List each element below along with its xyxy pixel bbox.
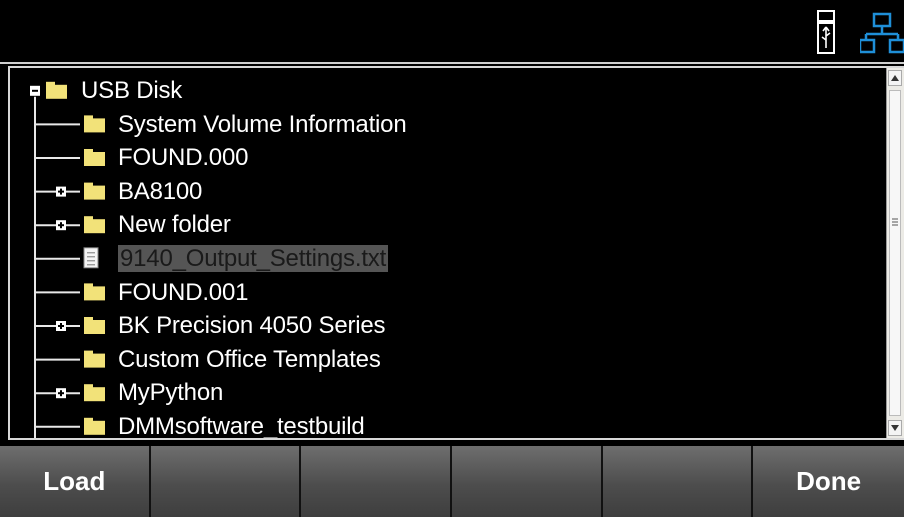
expand-icon[interactable] <box>56 186 66 197</box>
folder-icon <box>84 350 105 368</box>
folder-icon <box>84 283 105 301</box>
tree-folder-item[interactable]: MyPython <box>118 376 223 410</box>
expand-icon[interactable] <box>56 220 66 231</box>
folder-icon <box>84 115 105 133</box>
collapse-icon[interactable] <box>30 85 40 96</box>
tree-item-label: MyPython <box>118 379 224 407</box>
tree-item-label: BK Precision 4050 Series <box>118 312 386 340</box>
tree-file-item[interactable]: 9140_Output_Settings.txt <box>118 242 389 276</box>
tree-folder-item[interactable]: New folder <box>118 208 231 242</box>
arrow-down-icon <box>891 425 899 431</box>
grip-icon <box>892 218 898 226</box>
load-softkey[interactable]: Load <box>0 446 151 517</box>
drive-folder-icon <box>46 81 67 99</box>
scroll-up-button[interactable] <box>888 70 902 86</box>
folder-icon <box>84 384 105 402</box>
folder-icon <box>84 417 105 435</box>
tree-item-label: DMMsoftware_testbuild <box>118 413 365 440</box>
folder-icon <box>84 149 105 166</box>
tree-folder-item[interactable]: System Volume Information <box>118 108 407 142</box>
screen: USB Disk System Volume Information FOUND.0… <box>0 0 904 517</box>
scroll-thumb[interactable] <box>889 90 901 416</box>
folder-icon <box>84 216 105 234</box>
network-icon <box>860 12 904 54</box>
arrow-up-icon <box>891 75 899 81</box>
expand-icon[interactable] <box>56 321 66 331</box>
tree-folder-item[interactable]: FOUND.000 <box>118 141 248 175</box>
scroll-down-button[interactable] <box>888 420 902 436</box>
tree-item-label: 9140_Output_Settings.txt <box>118 245 389 272</box>
tree-folder-item[interactable]: BA8100 <box>118 175 202 209</box>
tree-item-label: FOUND.000 <box>118 144 249 172</box>
file-icon <box>83 247 99 269</box>
folder-icon <box>84 317 105 334</box>
usb-drive-icon <box>817 10 835 54</box>
tree-folder-item[interactable]: DMMsoftware_testbuild <box>118 410 365 440</box>
done-softkey[interactable]: Done <box>753 446 904 517</box>
scrollbar[interactable] <box>886 68 904 438</box>
tree-item-label: FOUND.001 <box>118 278 249 306</box>
softkey-bar: Load Done <box>0 446 904 517</box>
tree-folder-item[interactable]: FOUND.001 <box>118 276 248 310</box>
softkey-3[interactable] <box>301 446 452 517</box>
expand-icon[interactable] <box>56 388 66 399</box>
tree-folder-item[interactable]: Custom Office Templates <box>118 343 381 377</box>
folder-icon <box>84 182 105 200</box>
tree-folder-item[interactable]: BK Precision 4050 Series <box>118 309 386 343</box>
softkey-5[interactable] <box>602 446 754 517</box>
tree-item-label: BA8100 <box>118 177 203 205</box>
softkey-4[interactable] <box>451 446 603 517</box>
tree-root-usb-disk[interactable]: USB Disk <box>81 74 182 108</box>
tree-item-label: New folder <box>118 211 231 239</box>
softkey-2[interactable] <box>150 446 302 517</box>
tree-item-label: Custom Office Templates <box>118 345 381 373</box>
status-bar <box>0 0 904 64</box>
tree-item-label: USB Disk <box>81 77 183 104</box>
file-tree: USB Disk System Volume Information FOUND.0… <box>8 66 904 440</box>
tree-item-label: System Volume Information <box>118 110 407 138</box>
